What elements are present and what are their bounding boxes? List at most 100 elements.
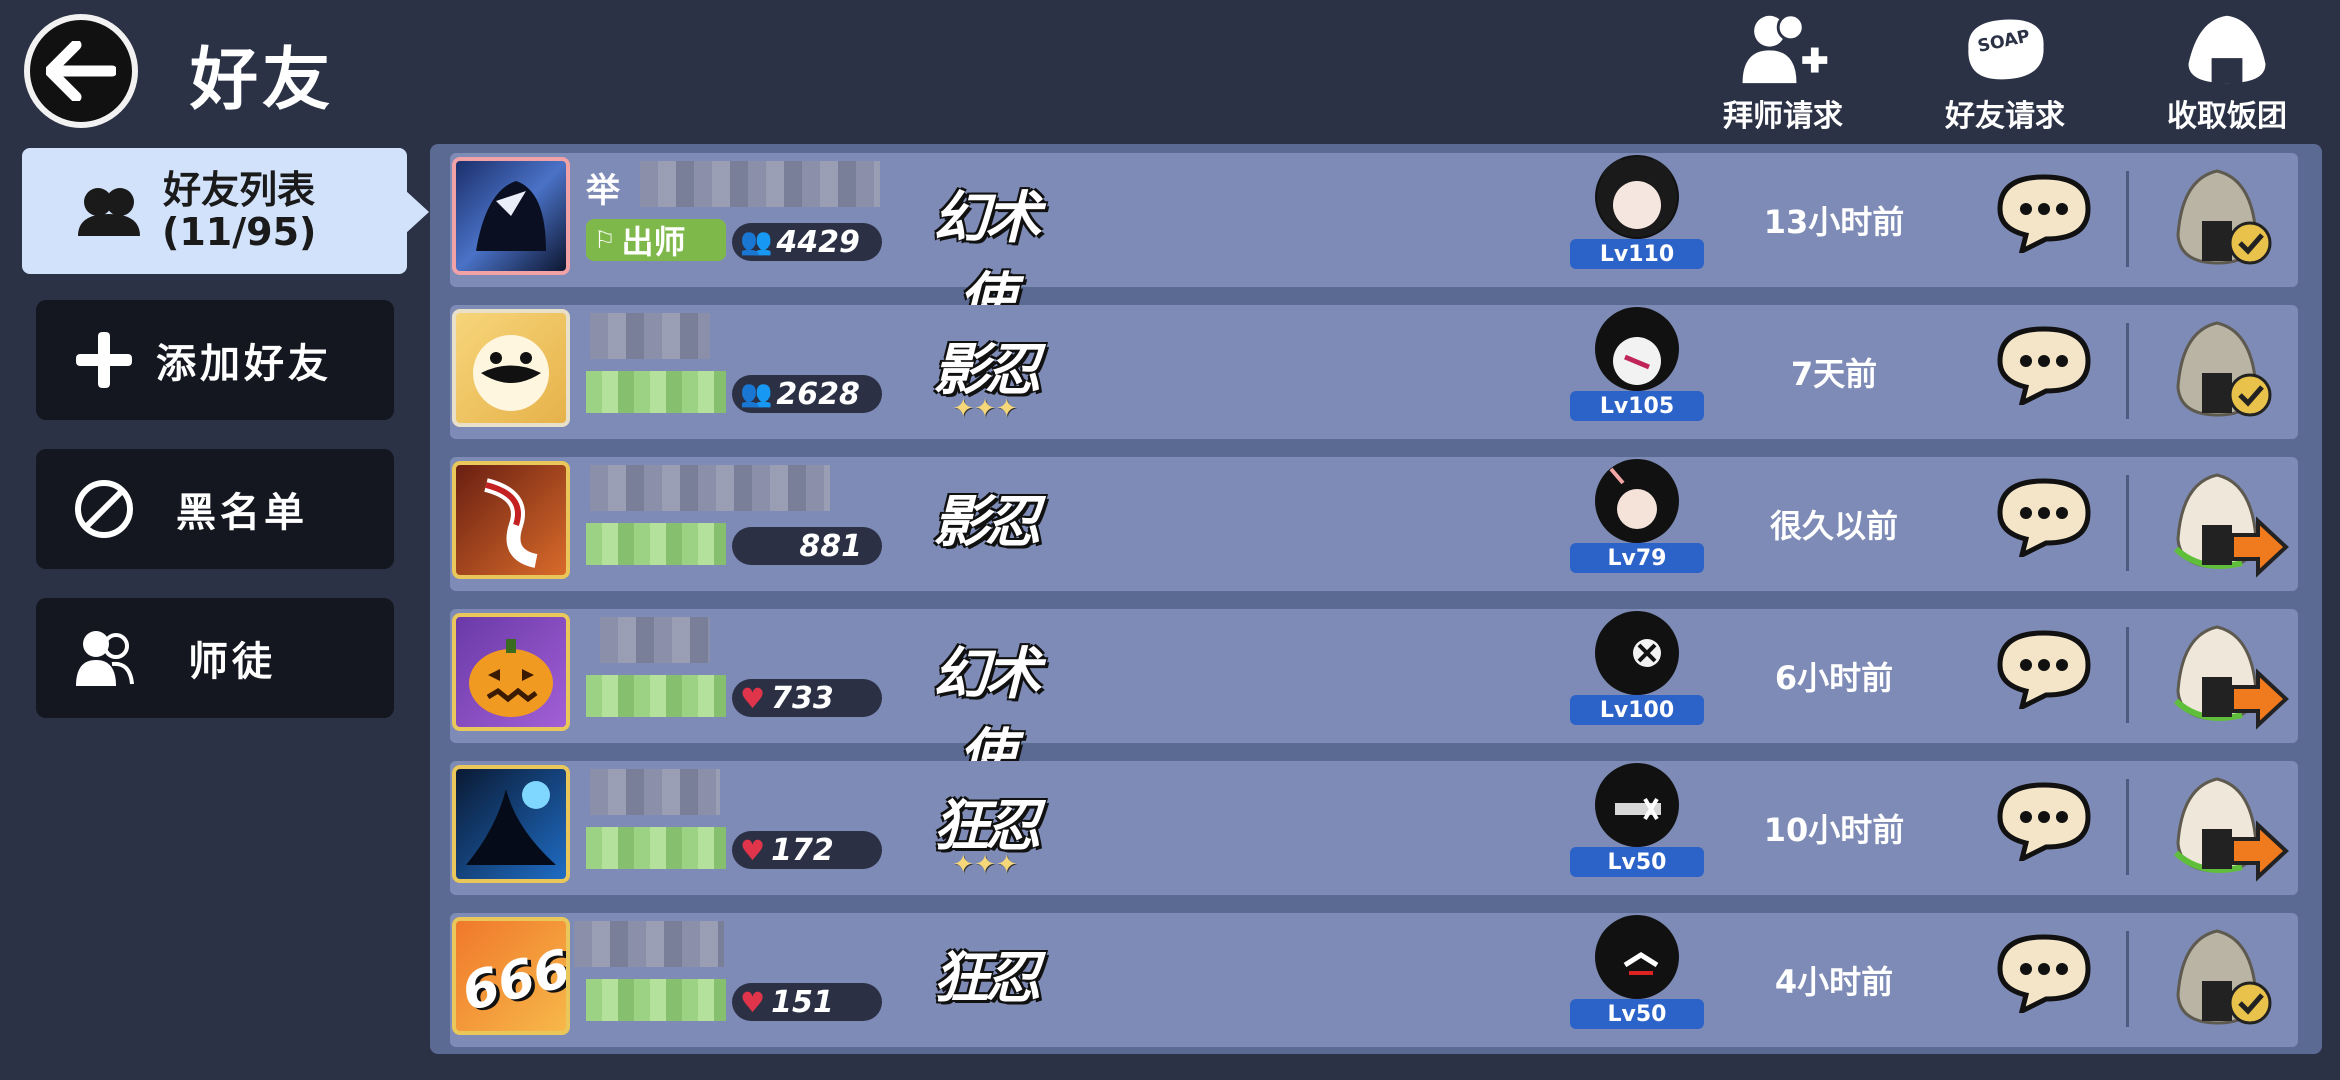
heart-icon: ♥	[740, 833, 766, 867]
character-icon	[1595, 459, 1679, 543]
add-friend-label: 添加好友	[156, 341, 332, 387]
mentor-button[interactable]: 师徒	[36, 598, 394, 718]
chat-icon[interactable]	[1996, 477, 2092, 557]
level-badge: Lv79	[1570, 543, 1704, 573]
last-online: 4小时前	[1774, 963, 1894, 1001]
rice-ball-received-icon[interactable]	[2162, 317, 2282, 427]
player-avatar[interactable]	[452, 461, 570, 579]
plus-icon	[76, 332, 132, 388]
row-divider	[2126, 931, 2129, 1027]
player-avatar[interactable]	[452, 765, 570, 883]
character-icon	[1595, 155, 1679, 239]
avatar-art	[484, 478, 538, 568]
character-portrait: Lv105	[1570, 307, 1704, 421]
power-stat: 881	[732, 527, 882, 565]
last-online: 7天前	[1790, 355, 1878, 393]
avatar-text: 666	[456, 938, 570, 1024]
last-online: 10小时前	[1763, 811, 1905, 849]
censored-badge	[586, 827, 726, 869]
class-name: 狂忍	[933, 945, 1041, 1011]
character-icon	[1595, 763, 1679, 847]
collect-rice-ball-button[interactable]: 收取饭团	[2132, 10, 2322, 135]
friend-row[interactable]: 举 ⚐ 出师 👥 4429 幻术使 ✦✦✦ Lv110 13小时前	[450, 153, 2298, 353]
power-value: 2628	[776, 376, 860, 412]
censored-name	[640, 161, 880, 207]
power-value: 881	[799, 528, 862, 564]
power-value: 4429	[776, 224, 860, 260]
friend-request-button[interactable]: SOAP 好友请求	[1910, 10, 2100, 135]
character-icon	[1595, 915, 1679, 999]
censored-badge	[586, 675, 726, 717]
friend-row[interactable]: 666 ♥ 151 狂忍 Lv50 4小时前	[450, 913, 2298, 1047]
row-divider	[2126, 779, 2129, 875]
power-stat: ♥ 172	[732, 831, 882, 869]
character-portrait: Lv100	[1570, 611, 1704, 725]
friend-row[interactable]: 👥 2628 影忍 ✦✦✦ Lv105 7天前	[450, 305, 2298, 439]
send-rice-ball-button[interactable]	[2162, 773, 2292, 883]
friend-row[interactable]: ♥ 733 幻术使 ✦✦✦ Lv100 6小时前	[450, 609, 2298, 809]
blacklist-button[interactable]: 黑名单	[36, 449, 394, 569]
friend-request-label: 好友请求	[1945, 99, 2065, 134]
avatar-art	[476, 181, 546, 251]
rice-ball-received-icon[interactable]	[2162, 165, 2282, 275]
censored-name	[574, 921, 724, 967]
class-badge: 狂忍	[910, 933, 1060, 1014]
heart-icon: ♥	[740, 681, 766, 715]
player-avatar[interactable]: 666	[452, 917, 570, 1035]
row-divider	[2126, 323, 2129, 419]
class-badge: 影忍 ✦✦✦	[910, 325, 1060, 424]
row-divider	[2126, 475, 2129, 571]
graduate-badge: ⚐ 出师	[586, 219, 726, 261]
level-badge: Lv105	[1570, 391, 1704, 421]
power-stat: ♥ 733	[732, 679, 882, 717]
level-badge: Lv110	[1570, 239, 1704, 269]
censored-name	[590, 769, 720, 815]
power-stat: 👥 4429	[732, 223, 882, 261]
chat-icon[interactable]	[1996, 325, 2092, 405]
power-value: 172	[771, 832, 834, 868]
mentor-icon	[76, 631, 134, 686]
heart-icon: ♥	[740, 985, 766, 1019]
player-avatar[interactable]	[452, 309, 570, 427]
back-button[interactable]	[24, 14, 138, 128]
character-icon	[1595, 611, 1679, 695]
power-value: 733	[771, 680, 834, 716]
censored-name	[590, 465, 830, 511]
person-plus-icon	[1742, 13, 1828, 84]
last-online: 6小时前	[1774, 659, 1894, 697]
class-badge: 影忍	[910, 477, 1060, 558]
player-avatar[interactable]	[452, 613, 570, 731]
send-rice-ball-button[interactable]	[2162, 621, 2292, 731]
collect-rice-ball-label: 收取饭团	[2167, 99, 2287, 134]
friend-row[interactable]: ♥ 172 狂忍 ✦✦✦ Lv50 10小时前	[450, 761, 2298, 895]
row-divider	[2126, 171, 2129, 267]
chat-icon[interactable]	[1996, 781, 2092, 861]
rice-ball-icon	[2188, 15, 2266, 84]
add-friend-button[interactable]: 添加好友	[36, 300, 394, 420]
rice-ball-received-icon[interactable]	[2162, 925, 2282, 1035]
send-rice-ball-button[interactable]	[2162, 469, 2292, 579]
player-avatar[interactable]	[452, 157, 570, 275]
class-name: 影忍	[933, 489, 1041, 555]
censored-badge	[586, 523, 726, 565]
censored-name	[600, 617, 710, 663]
friend-count: (11/95)	[162, 210, 317, 254]
mentor-request-button[interactable]: 拜师请求	[1688, 10, 1878, 135]
active-tab-pointer	[405, 190, 429, 234]
avatar-art	[473, 335, 549, 411]
level-badge: Lv50	[1570, 999, 1704, 1029]
soap-icon: SOAP	[1968, 19, 2044, 80]
friend-row[interactable]: 881 影忍 Lv79 很久以前	[450, 457, 2298, 591]
friend-list-tab[interactable]: 好友列表 (11/95)	[22, 148, 407, 274]
last-online: 13小时前	[1763, 203, 1905, 241]
power-value: 151	[771, 984, 834, 1020]
page-title: 好友	[190, 41, 335, 120]
chat-icon[interactable]	[1996, 629, 2092, 709]
group-icon: 👥	[740, 379, 773, 409]
last-online: 很久以前	[1769, 507, 1898, 545]
chat-icon[interactable]	[1996, 173, 2092, 253]
chat-icon[interactable]	[1996, 933, 2092, 1013]
avatar-art	[469, 639, 553, 717]
blacklist-label: 黑名单	[176, 490, 308, 536]
row-divider	[2126, 627, 2129, 723]
